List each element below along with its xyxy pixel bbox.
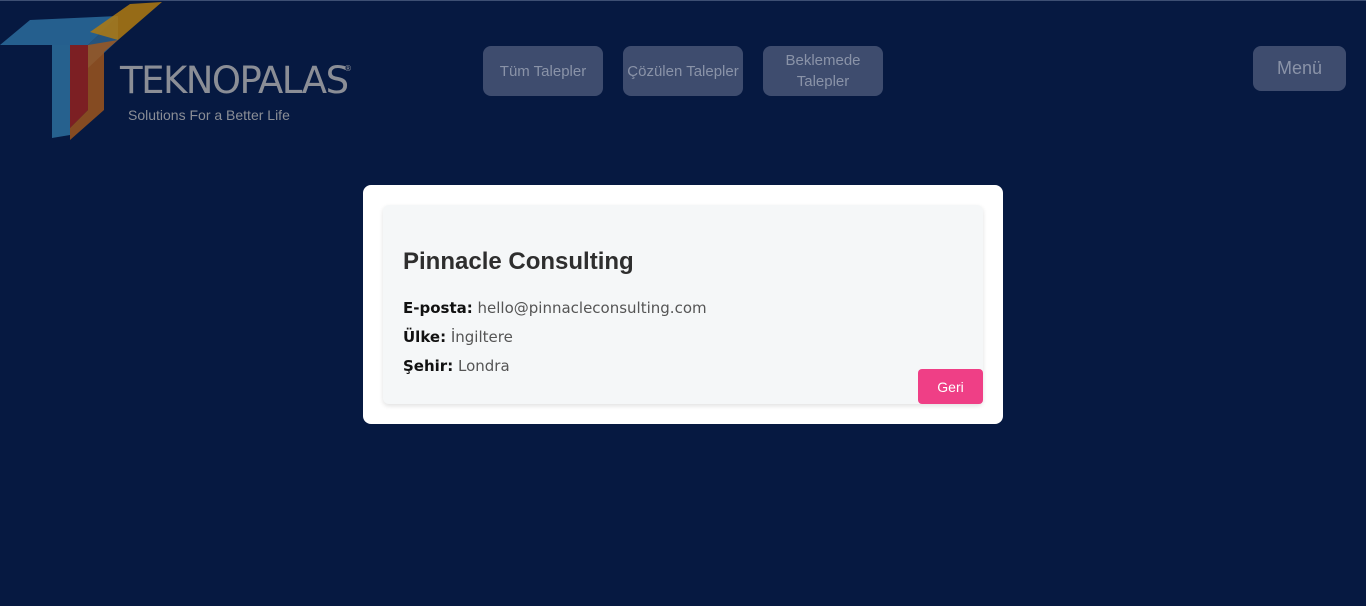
detail-card: Pinnacle Consulting E-posta: hello@pinna… — [363, 185, 1003, 424]
logo-wordmark: TEKNOPALAS — [120, 59, 349, 102]
company-detail-panel: Pinnacle Consulting E-posta: hello@pinna… — [383, 205, 983, 404]
email-row: E-posta: hello@pinnacleconsulting.com — [403, 299, 707, 317]
registered-mark: ® — [344, 64, 352, 73]
pending-requests-button[interactable]: Beklemede Talepler — [763, 46, 883, 96]
email-label: E-posta: — [403, 299, 473, 317]
menu-button[interactable]: Menü — [1253, 46, 1346, 91]
email-value: hello@pinnacleconsulting.com — [477, 299, 707, 317]
company-name: Pinnacle Consulting — [403, 248, 634, 275]
logo-tagline: Solutions For a Better Life — [128, 107, 290, 123]
city-row: Şehir: Londra — [403, 357, 510, 375]
solved-requests-button[interactable]: Çözülen Talepler — [623, 46, 743, 96]
teknopalas-logo[interactable]: TEKNOPALAS ® Solutions For a Better Life — [0, 0, 360, 145]
country-value: İngiltere — [450, 328, 513, 346]
all-requests-button[interactable]: Tüm Talepler — [483, 46, 603, 96]
city-label: Şehir: — [403, 357, 454, 375]
country-label: Ülke: — [403, 328, 447, 346]
back-button[interactable]: Geri — [918, 369, 983, 404]
city-value: Londra — [457, 357, 510, 375]
country-row: Ülke: İngiltere — [403, 328, 513, 346]
